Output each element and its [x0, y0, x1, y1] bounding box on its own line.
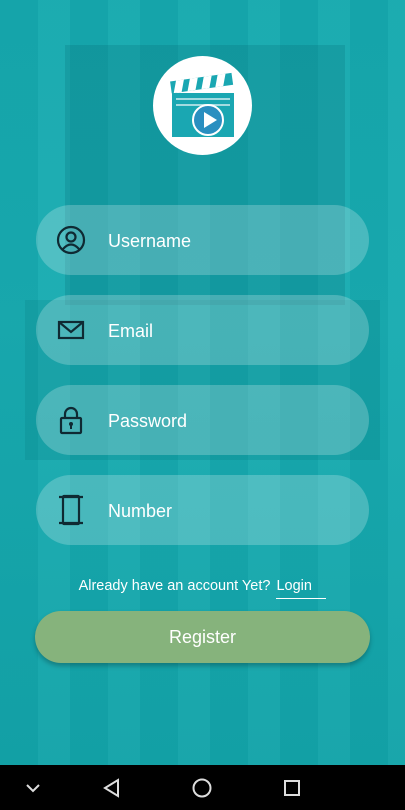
username-field[interactable] [36, 205, 369, 277]
back-icon[interactable] [101, 777, 123, 799]
login-prompt: Already have an account Yet? Login [0, 578, 405, 599]
phone-icon [56, 494, 86, 526]
number-input[interactable] [106, 475, 350, 547]
password-input[interactable] [106, 385, 350, 457]
film-clapper-play-icon [169, 72, 234, 137]
email-input[interactable] [106, 295, 350, 367]
login-prompt-text: Already have an account Yet? [78, 578, 271, 594]
envelope-icon [56, 315, 86, 345]
register-button[interactable]: Register [35, 611, 370, 663]
home-icon[interactable] [191, 777, 213, 799]
login-link[interactable]: Login [276, 578, 327, 599]
username-input[interactable] [106, 205, 350, 277]
chevron-down-icon[interactable] [22, 777, 44, 799]
recents-icon[interactable] [281, 777, 303, 799]
email-field[interactable] [36, 295, 369, 367]
system-navigation-bar [0, 765, 405, 810]
lock-icon [56, 405, 86, 435]
password-field[interactable] [36, 385, 369, 457]
number-field[interactable] [36, 475, 369, 547]
user-circle-icon [56, 225, 86, 255]
app-logo [153, 56, 252, 155]
